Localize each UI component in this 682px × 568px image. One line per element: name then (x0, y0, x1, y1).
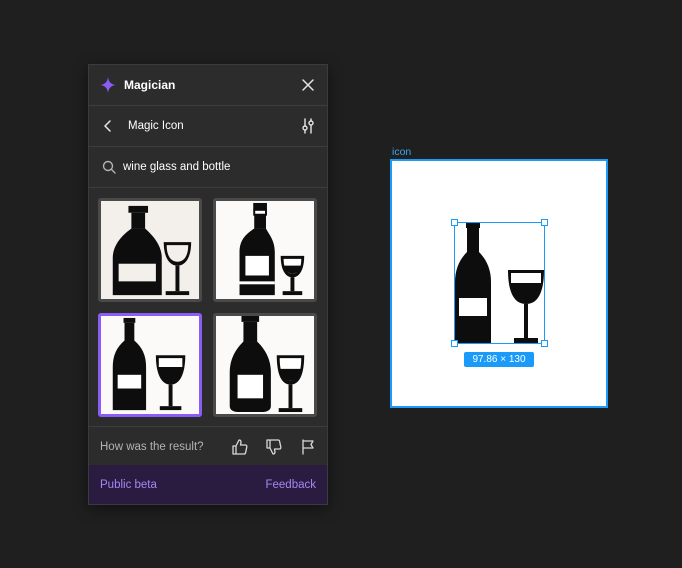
sliders-icon[interactable] (299, 117, 317, 135)
page-title: Magic Icon (128, 120, 184, 132)
plugin-footer: Public beta Feedback (89, 465, 327, 504)
resize-handle-bottom-left[interactable] (451, 340, 458, 347)
frame-label[interactable]: icon (392, 146, 411, 158)
plugin-title: Magician (124, 78, 176, 92)
resize-handle-top-left[interactable] (451, 219, 458, 226)
wine-bottle-glass-icon (112, 317, 186, 411)
wine-bottle-glass-icon (239, 202, 305, 296)
close-icon[interactable] (299, 76, 317, 94)
result-tile-2[interactable] (213, 198, 317, 302)
wine-bottle-glass-icon (112, 205, 192, 296)
search-bar (89, 147, 327, 188)
result-tile-1[interactable] (98, 198, 202, 302)
dimensions-badge: 97.86 × 130 (464, 352, 534, 367)
nav-bar: Magic Icon (89, 106, 327, 147)
public-beta-label: Public beta (100, 479, 157, 491)
result-tile-3[interactable] (98, 313, 202, 417)
thumbs-down-icon[interactable] (265, 438, 283, 456)
sparkle-icon (100, 77, 116, 93)
flag-icon[interactable] (299, 438, 317, 456)
thumbs-up-icon[interactable] (231, 438, 249, 456)
plugin-header: Magician (89, 65, 327, 106)
search-icon (102, 160, 116, 174)
resize-handle-bottom-right[interactable] (541, 340, 548, 347)
wine-bottle-glass-icon (229, 316, 305, 413)
magician-plugin-panel: Magician Magic Icon wine glass and bottl… (88, 64, 328, 505)
feedback-row: How was the result? (89, 426, 327, 465)
chevron-left-icon[interactable] (99, 117, 117, 135)
selection-box (454, 222, 545, 344)
result-tile-4[interactable] (213, 313, 317, 417)
search-input[interactable] (123, 157, 317, 177)
feedback-question: How was the result? (100, 441, 204, 453)
resize-handle-top-right[interactable] (541, 219, 548, 226)
feedback-link[interactable]: Feedback (265, 479, 316, 491)
